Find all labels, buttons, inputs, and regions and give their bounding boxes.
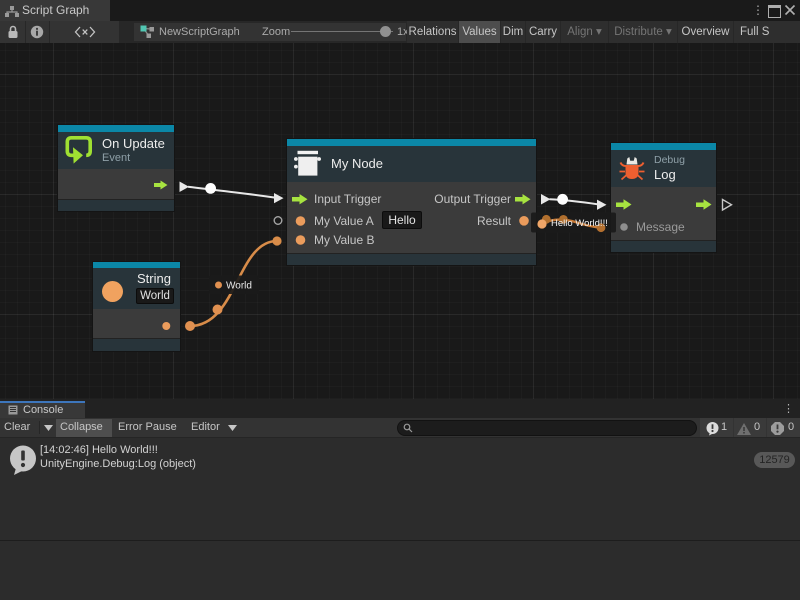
svg-text:Hello World!!!: Hello World!!! [551,218,608,229]
svg-text:World: World [226,281,252,292]
